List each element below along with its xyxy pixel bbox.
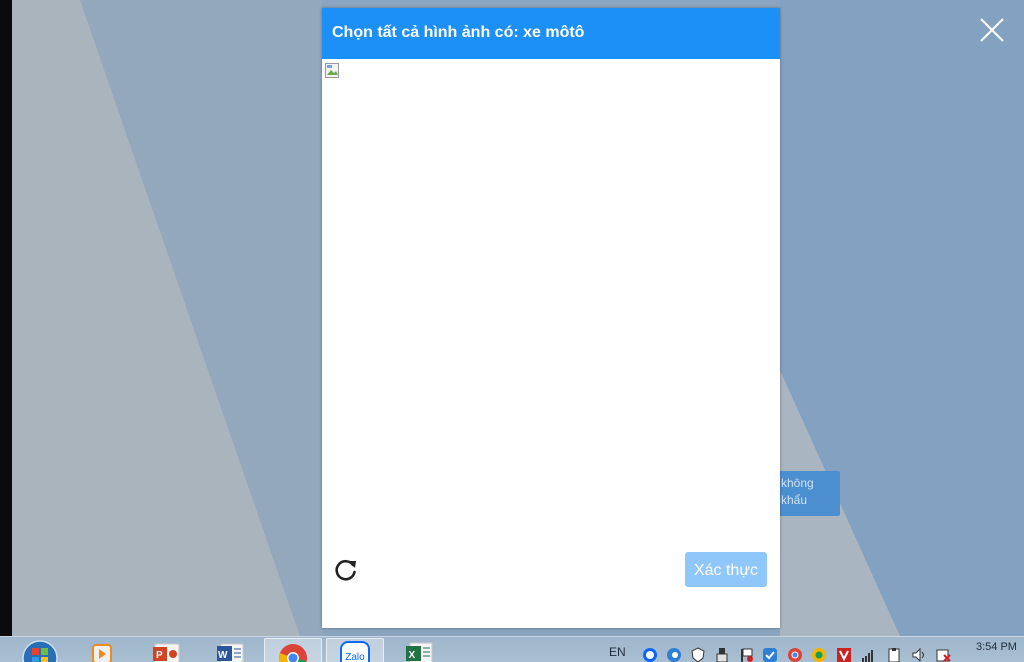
edge-tray-icon[interactable] (666, 647, 682, 662)
svg-text:X: X (409, 650, 416, 661)
taskbar-media-player[interactable] (84, 638, 118, 662)
media-player-icon (92, 644, 112, 662)
taskbar-word[interactable]: W (210, 638, 250, 662)
zalo-tray-icon[interactable] (642, 647, 658, 662)
windows-logo-icon (22, 640, 58, 662)
svg-text:W: W (218, 650, 228, 661)
close-icon[interactable] (978, 16, 1006, 44)
zalo-label: Zalo (345, 652, 365, 662)
zalo-icon: Zalo (340, 641, 370, 662)
screen-edge (0, 0, 12, 636)
desktop-screen: không khẩu Chọn tất cả hình ảnh có: xe m… (0, 0, 1024, 662)
chrome-tray-icon[interactable] (787, 647, 803, 662)
captcha-instruction: Chọn tất cả hình ảnh có: xe môtô (322, 8, 780, 59)
taskbar: P W Zalo X EN 3:54 PM (0, 636, 1024, 662)
taskbar-excel[interactable]: X (396, 638, 440, 662)
clipboard-tray-icon[interactable] (886, 647, 902, 662)
captcha-dialog: Chọn tất cả hình ảnh có: xe môtô Xác thự… (322, 8, 780, 628)
language-indicator[interactable]: EN (609, 645, 626, 659)
flag-tray-icon[interactable] (738, 647, 754, 662)
excel-icon: X (406, 642, 433, 662)
volume-tray-icon[interactable] (911, 647, 927, 662)
broken-image-icon[interactable] (325, 63, 341, 79)
background-button-line2: khẩu (781, 493, 808, 507)
clock-time[interactable]: 3:54 PM (976, 641, 1017, 653)
color-tray-icon[interactable] (811, 647, 827, 662)
powerpoint-icon: P (153, 643, 180, 662)
verify-button[interactable]: Xác thực (685, 552, 767, 587)
network-tray-icon[interactable] (860, 647, 876, 662)
background-login-button: không khẩu (776, 471, 840, 516)
background-button-line1: không (781, 476, 814, 490)
power-tray-icon[interactable] (935, 647, 951, 662)
update-tray-icon[interactable] (762, 647, 778, 662)
refresh-icon[interactable] (333, 557, 359, 583)
word-icon: W (217, 643, 244, 662)
taskbar-powerpoint[interactable]: P (146, 638, 186, 662)
antivirus-tray-icon[interactable] (836, 647, 852, 662)
svg-text:P: P (156, 650, 163, 661)
shield-tray-icon[interactable] (690, 647, 706, 662)
taskbar-chrome[interactable] (264, 638, 322, 662)
usb-tray-icon[interactable] (714, 647, 730, 662)
chrome-icon (278, 644, 307, 662)
start-button[interactable] (18, 638, 62, 662)
taskbar-zalo[interactable]: Zalo (326, 638, 384, 662)
